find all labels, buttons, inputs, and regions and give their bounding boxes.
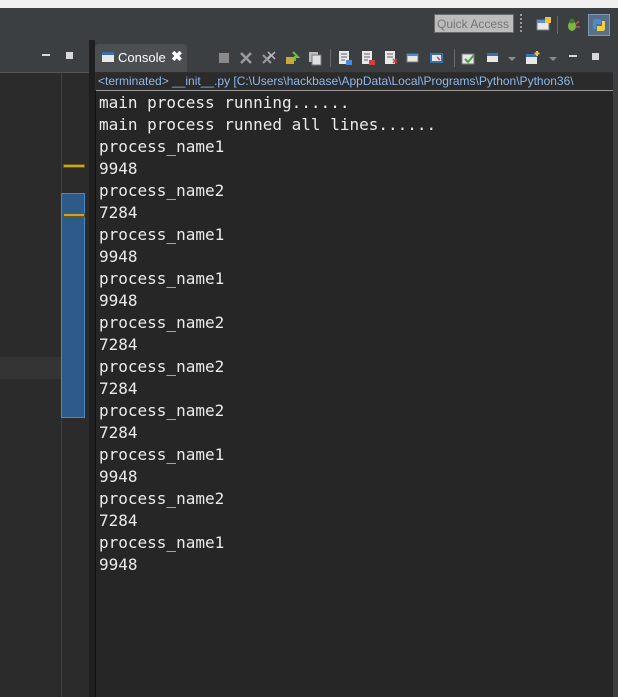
minimize-editor-icon[interactable] [42,54,50,56]
console-border [95,91,96,697]
scroll-lock-icon[interactable] [284,50,300,66]
display-selected-console-icon[interactable] [429,50,445,66]
output-line: process_name1 [99,225,225,244]
toolbar-divider [330,49,331,67]
output-line: 9948 [99,159,138,178]
output-line: 7284 [99,379,138,398]
current-line-highlight [0,357,61,379]
terminate-icon[interactable] [216,50,232,66]
console-view-menu-icon[interactable] [485,50,501,66]
new-console-icon[interactable] [525,50,541,66]
remove-launch-icon[interactable] [238,50,254,66]
chevron-down-icon[interactable] [504,50,520,66]
output-line: process_name1 [99,269,225,288]
output-line: process_name2 [99,313,225,332]
output-line: 9948 [99,247,138,266]
process-status: <terminated> __init__.py [C:\Users\hackb… [96,73,613,91]
output-line: main process running...... [99,93,350,112]
output-line: 9948 [99,555,138,574]
word-wrap-icon[interactable] [383,50,399,66]
output-line: 7284 [99,335,138,354]
python-perspective-icon [593,19,605,31]
quick-access-input[interactable] [434,14,514,33]
overview-marker[interactable] [63,164,85,168]
output-line: 7284 [99,511,138,530]
output-line: process_name2 [99,401,225,420]
output-line: 9948 [99,291,138,310]
window-top-strip [0,0,618,8]
output-line: process_name2 [99,357,225,376]
minimize-console-icon[interactable] [569,55,577,57]
output-line: 9948 [99,467,138,486]
output-line: process_name1 [99,533,225,552]
output-line: process_name2 [99,489,225,508]
toolbar-separator [520,14,522,34]
output-line: 7284 [99,203,138,222]
show-console-on-stdout-icon[interactable] [337,50,353,66]
remove-all-terminated-icon[interactable] [261,50,277,66]
python-perspective-button[interactable] [588,14,610,36]
pin-console-icon[interactable] [406,50,422,66]
overview-ruler-thumb[interactable] [61,193,85,418]
clear-console-icon[interactable] [307,50,323,66]
output-line: 7284 [99,423,138,442]
editor-header-divider [0,72,89,73]
chevron-down-icon[interactable] [545,50,561,66]
show-console-on-stderr-icon[interactable] [360,50,376,66]
console-output: main process running...... main process … [99,92,436,576]
console-tab-label: Console [118,50,166,65]
maximize-console-icon[interactable] [592,53,599,60]
console-scrollbar-track[interactable] [613,72,618,697]
open-perspective-icon[interactable] [536,17,552,33]
editor-pane-header [0,40,89,72]
open-console-icon[interactable] [461,50,477,66]
toolbar-divider [557,16,558,34]
output-line: process_name1 [99,445,225,464]
close-icon[interactable]: ✖ [171,48,183,65]
output-line: process_name2 [99,181,225,200]
overview-marker[interactable] [63,213,85,217]
toolbar-divider [454,49,455,67]
output-line: process_name1 [99,137,225,156]
output-line: main process runned all lines...... [99,115,437,134]
debug-perspective-icon[interactable] [565,17,581,33]
maximize-editor-icon[interactable] [66,52,73,59]
console-icon [102,52,114,62]
